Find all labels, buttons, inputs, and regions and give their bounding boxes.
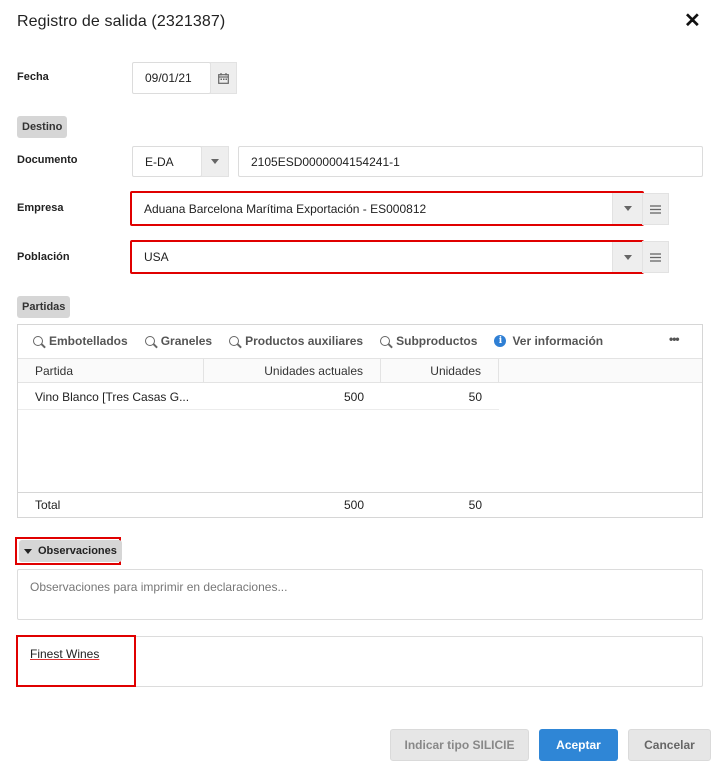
observaciones-toggle[interactable]: Observaciones — [19, 540, 122, 562]
graneles-button[interactable]: Graneles — [144, 334, 212, 348]
column-header-partida[interactable]: Partida — [18, 358, 204, 383]
cell-partida: Vino Blanco [Tres Casas G... — [18, 384, 204, 410]
info-icon: i — [494, 335, 507, 347]
ver-informacion-button[interactable]: i Ver información — [494, 334, 603, 348]
fecha-value: 09/01/21 — [145, 71, 192, 85]
productos-auxiliares-button[interactable]: Productos auxiliares — [229, 334, 363, 348]
empresa-value: Aduana Barcelona Marítima Exportación - … — [144, 201, 427, 216]
fecha-label: Fecha — [17, 71, 49, 83]
chevron-down-icon — [24, 548, 32, 554]
aceptar-button[interactable]: Aceptar — [539, 729, 618, 761]
poblacion-select[interactable]: USA — [130, 240, 644, 274]
subproductos-button[interactable]: Subproductos — [380, 334, 477, 348]
partidas-section-label: Partidas — [17, 296, 71, 318]
search-icon — [229, 336, 240, 346]
documento-type-dropdown[interactable] — [201, 146, 229, 177]
partidas-toolbar: Embotellados Graneles Productos auxiliar… — [33, 334, 603, 348]
cell-unidades-actuales: 500 — [204, 384, 381, 410]
indicar-tipo-silicie-button[interactable]: Indicar tipo SILICIE — [390, 729, 529, 761]
column-header-unidades-actuales[interactable]: Unidades actuales — [204, 358, 381, 383]
empresa-list-button[interactable] — [642, 193, 669, 225]
documento-type-value: E-DA — [145, 154, 174, 169]
column-header-unidades[interactable]: Unidades — [381, 358, 499, 383]
observaciones-placeholder: Observaciones para imprimir en declaraci… — [30, 580, 288, 594]
chevron-down-icon — [623, 254, 632, 260]
poblacion-dropdown[interactable] — [612, 242, 642, 272]
documento-label: Documento — [17, 154, 78, 166]
total-unidades-actuales: 500 — [343, 498, 364, 512]
search-icon — [380, 336, 391, 346]
documento-type-select[interactable]: E-DA — [132, 146, 202, 177]
poblacion-value: USA — [144, 250, 169, 264]
search-icon — [144, 336, 155, 346]
search-icon — [33, 336, 43, 346]
embotellados-button[interactable]: Embotellados — [33, 334, 128, 348]
more-options-icon[interactable]: ••• — [669, 332, 680, 346]
fecha-input[interactable]: 09/01/21 — [132, 62, 211, 94]
destino-section-label: Destino — [17, 116, 68, 138]
documento-number-value: 2105ESD0000004154241-1 — [251, 154, 400, 169]
secondary-text-highlight — [16, 635, 136, 687]
menu-icon — [650, 204, 661, 214]
poblacion-label: Población — [17, 251, 70, 263]
empresa-dropdown[interactable] — [612, 193, 642, 224]
empresa-label: Empresa — [17, 202, 64, 214]
cell-unidades[interactable]: 50 — [381, 384, 499, 410]
partidas-grid: Embotellados Graneles Productos auxiliar… — [17, 324, 703, 518]
observaciones-textarea[interactable]: Observaciones para imprimir en declaraci… — [17, 569, 703, 620]
total-label: Total — [35, 498, 61, 512]
poblacion-list-button[interactable] — [642, 241, 669, 273]
total-unidades: 50 — [468, 498, 482, 512]
documento-number-input[interactable]: 2105ESD0000004154241-1 — [238, 146, 703, 177]
empresa-select[interactable]: Aduana Barcelona Marítima Exportación - … — [130, 191, 644, 226]
menu-icon — [650, 252, 661, 262]
column-header-filler — [499, 358, 702, 383]
dialog-title: Registro de salida (2321387) — [17, 13, 226, 30]
observaciones-label: Observaciones — [38, 545, 117, 557]
close-icon[interactable]: ✕ — [684, 10, 701, 32]
chevron-down-icon — [623, 206, 632, 211]
cancelar-button[interactable]: Cancelar — [628, 729, 711, 761]
calendar-icon[interactable] — [210, 62, 237, 94]
chevron-down-icon — [211, 159, 219, 164]
